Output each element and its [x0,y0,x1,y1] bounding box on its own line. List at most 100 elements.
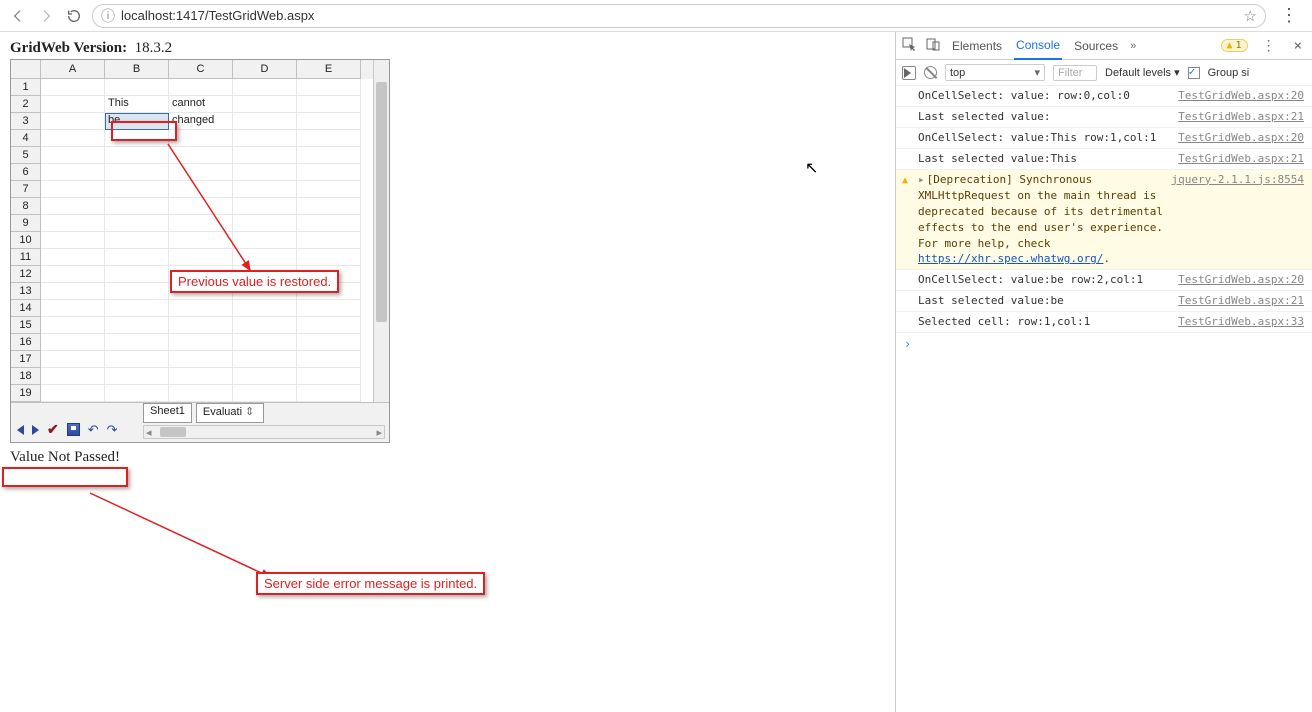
cell[interactable] [105,249,169,266]
cell[interactable] [105,368,169,385]
save-icon[interactable] [67,423,80,436]
clear-console-icon[interactable] [924,66,937,79]
log-levels-selector[interactable]: Default levels ▾ [1105,66,1180,79]
cell[interactable] [105,385,169,402]
cell[interactable] [297,368,361,385]
cell[interactable] [297,181,361,198]
warning-count-badge[interactable]: ▲1 [1221,39,1248,52]
cell[interactable] [105,147,169,164]
column-header[interactable]: C [169,60,233,79]
cell[interactable] [233,351,297,368]
cell[interactable] [41,198,105,215]
cell[interactable] [233,164,297,181]
undo-icon[interactable]: ↶ [88,422,99,438]
cell[interactable] [41,79,105,96]
site-info-icon[interactable]: ⓘ [101,6,115,26]
row-header[interactable]: 4 [11,130,41,147]
cell[interactable]: cannot [169,96,233,113]
cell[interactable] [297,300,361,317]
group-similar-checkbox[interactable] [1188,67,1200,79]
cell[interactable] [233,232,297,249]
row-header[interactable]: 10 [11,232,41,249]
back-icon[interactable] [8,6,28,26]
console-filter-input[interactable]: Filter [1053,65,1097,81]
cell[interactable] [105,198,169,215]
log-source-link[interactable]: TestGridWeb.aspx:21 [1178,109,1304,125]
console-prompt-icon[interactable]: › [896,333,1312,355]
forward-icon[interactable] [36,6,56,26]
cell[interactable] [297,113,361,130]
cell[interactable] [233,198,297,215]
cell[interactable] [169,232,233,249]
cell[interactable] [41,181,105,198]
disclosure-triangle-icon[interactable]: ▸ [918,173,925,186]
cell[interactable] [297,130,361,147]
cell[interactable] [169,164,233,181]
cell[interactable] [41,147,105,164]
cell[interactable] [41,232,105,249]
cell[interactable] [41,385,105,402]
cell[interactable] [105,300,169,317]
cell[interactable] [169,79,233,96]
cell[interactable] [233,215,297,232]
cell[interactable] [41,283,105,300]
cell[interactable] [169,368,233,385]
cell[interactable] [297,232,361,249]
row-header[interactable]: 2 [11,96,41,113]
more-tabs-icon[interactable]: » [1130,40,1136,52]
log-help-link[interactable]: https://xhr.spec.whatwg.org/ [918,252,1103,265]
cell[interactable] [41,317,105,334]
redo-icon[interactable]: ↷ [107,422,118,438]
row-header[interactable]: 3 [11,113,41,130]
log-source-link[interactable]: TestGridWeb.aspx:21 [1178,151,1304,167]
row-header[interactable]: 17 [11,351,41,368]
cell[interactable] [105,266,169,283]
cell[interactable] [169,300,233,317]
cell[interactable] [41,113,105,130]
cell[interactable] [233,130,297,147]
cell[interactable] [105,164,169,181]
row-header[interactable]: 18 [11,368,41,385]
address-bar[interactable]: ⓘ localhost:1417/TestGridWeb.aspx ☆ [92,4,1266,28]
cell[interactable] [233,368,297,385]
row-header[interactable]: 14 [11,300,41,317]
devtools-tab-elements[interactable]: Elements [950,33,1004,59]
cell[interactable] [297,215,361,232]
cell[interactable] [233,317,297,334]
devtools-tab-console[interactable]: Console [1014,32,1062,60]
row-header[interactable]: 8 [11,198,41,215]
cell[interactable] [233,300,297,317]
vertical-scrollbar[interactable] [373,60,389,402]
cell[interactable] [233,79,297,96]
cell[interactable] [105,283,169,300]
cell[interactable] [105,215,169,232]
row-header[interactable]: 7 [11,181,41,198]
tab-stepper-icon[interactable]: ⇕ [242,405,257,419]
cell[interactable] [297,317,361,334]
cell[interactable] [41,215,105,232]
cell[interactable]: changed [169,113,233,130]
horizontal-scrollbar[interactable]: ◂ ▸ [143,425,385,439]
select-all-corner[interactable] [11,60,41,79]
column-header[interactable]: D [233,60,297,79]
devtools-close-icon[interactable]: × [1290,38,1306,54]
cell[interactable] [169,249,233,266]
cell[interactable] [297,385,361,402]
cell[interactable] [41,300,105,317]
cell[interactable] [297,334,361,351]
row-header[interactable]: 19 [11,385,41,402]
column-header[interactable]: A [41,60,105,79]
log-source-link[interactable]: TestGridWeb.aspx:20 [1178,130,1304,146]
cell[interactable] [169,147,233,164]
cell[interactable] [297,351,361,368]
console-sidebar-toggle-icon[interactable] [902,66,916,80]
log-source-link[interactable]: TestGridWeb.aspx:20 [1178,88,1304,104]
log-source-link[interactable]: TestGridWeb.aspx:33 [1178,314,1304,330]
inspect-element-icon[interactable] [902,37,916,54]
cell[interactable] [233,334,297,351]
row-header[interactable]: 6 [11,164,41,181]
row-header[interactable]: 5 [11,147,41,164]
cell[interactable] [41,249,105,266]
cell[interactable] [105,334,169,351]
cell[interactable] [169,385,233,402]
